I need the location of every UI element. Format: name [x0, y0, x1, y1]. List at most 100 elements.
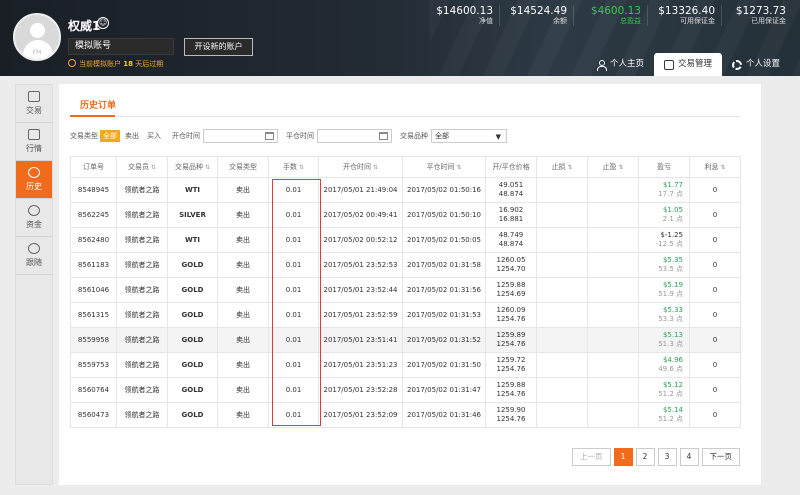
page-3-button[interactable]: 3 [657, 448, 677, 466]
filter-type-all[interactable]: 全部 [100, 130, 120, 142]
table-row[interactable]: 8561183 领航者之路 GOLD 卖出 0.01 2017/05/01 23:52:5… [70, 252, 741, 278]
cell-open-time: 2017/05/02 00:52:12 [318, 227, 403, 253]
pagination: 上一页 1 2 3 4 下一页 [569, 448, 740, 466]
table-row[interactable]: 8560473 领航者之路 GOLD 卖出 0.01 2017/05/01 23:52:0… [70, 402, 741, 428]
cell-symbol: GOLD [167, 277, 218, 303]
col-take-profit[interactable]: 止盈 ⇅ [587, 156, 639, 178]
tab-history-orders[interactable]: 历史订单 [80, 98, 116, 111]
col-stop-loss[interactable]: 止损 ⇅ [536, 156, 588, 178]
symbol-label: 交易品种 [400, 132, 428, 140]
sidebar-item-funds[interactable]: 资金 [16, 199, 52, 237]
cell-type: 卖出 [217, 302, 269, 328]
cell-stop-loss [536, 302, 588, 328]
table-header-row: 订单号 交易员 ⇅ 交易品种 ⇅ 交易类型 手数 ⇅ 开仓时间 ⇅ 平仓时间 ⇅… [70, 156, 741, 178]
page-2-button[interactable]: 2 [635, 448, 655, 466]
top-header: FM 权威1 ☺ 模拟账号 开设新的账户 当前模拟账户 18 天后过期 $146… [0, 0, 800, 76]
sort-icon: ⇅ [149, 164, 156, 171]
table-row[interactable]: 8562480 领航者之路 WTI 卖出 0.01 2017/05/02 00:52:12… [70, 227, 741, 253]
col-swap[interactable]: 利息 ⇅ [689, 156, 741, 178]
cell-order: 8560764 [70, 377, 117, 403]
table-row[interactable]: 8559753 领航者之路 GOLD 卖出 0.01 2017/05/01 23:51:2… [70, 352, 741, 378]
cell-close-time: 2017/05/02 01:31:53 [402, 302, 486, 328]
sort-icon: ⇅ [718, 164, 726, 171]
account-type-selector[interactable]: 模拟账号 [68, 38, 174, 55]
cell-stop-loss [536, 252, 588, 278]
cell-order: 8561046 [70, 277, 117, 303]
username: 权威1 [68, 19, 101, 33]
filter-bar: 交易类型 全部 卖出 买入 开仓时间 平仓时间 交易品种 全部 ▼ [70, 129, 507, 143]
sidebar-item-trade[interactable]: 交易 [16, 85, 52, 123]
col-pl: 盈亏 [638, 156, 690, 178]
page-1-button[interactable]: 1 [613, 448, 633, 466]
cell-swap: 0 [689, 377, 741, 403]
prev-page-button[interactable]: 上一页 [572, 448, 611, 466]
cell-price: 1260.05 1254.70 [485, 252, 537, 278]
cell-pl: $4.96 49.6 点 [638, 352, 690, 378]
lots-highlight-box [272, 179, 321, 426]
stat-free-margin: $13326.40 可用保证金 [648, 5, 722, 26]
cell-take-profit [587, 277, 639, 303]
col-lots[interactable]: 手数 ⇅ [268, 156, 319, 178]
calendar-icon[interactable] [379, 132, 388, 140]
cell-trader: 领航者之路 [116, 377, 168, 403]
cell-trader: 领航者之路 [116, 327, 168, 353]
sidebar-item-history[interactable]: 历史 [16, 161, 52, 199]
clock-icon [68, 59, 76, 67]
table-row[interactable]: 8560764 领航者之路 GOLD 卖出 0.01 2017/05/01 23:52:2… [70, 377, 741, 403]
cell-order: 8562245 [70, 202, 117, 228]
filter-type-buy[interactable]: 买入 [144, 130, 164, 142]
table-row[interactable]: 8562245 领航者之路 SILVER 卖出 0.01 2017/05/02 00:49… [70, 202, 741, 228]
calendar-icon[interactable] [265, 132, 274, 140]
cell-take-profit [587, 302, 639, 328]
close-time-label: 平仓时间 [286, 132, 314, 140]
cell-open-time: 2017/05/01 23:52:53 [318, 252, 403, 278]
user-profile-icon[interactable]: ☺ [97, 17, 109, 29]
cell-symbol: GOLD [167, 402, 218, 428]
open-time-input[interactable] [203, 129, 278, 143]
table-row[interactable]: 8548945 领航者之路 WTI 卖出 0.01 2017/05/01 21:49:04… [70, 177, 741, 203]
col-trader[interactable]: 交易员 ⇅ [116, 156, 168, 178]
filter-type-sell[interactable]: 卖出 [122, 130, 142, 142]
cell-type: 卖出 [217, 227, 269, 253]
cell-trader: 领航者之路 [116, 227, 168, 253]
cell-price: 49.051 48.874 [485, 177, 537, 203]
col-symbol[interactable]: 交易品种 ⇅ [167, 156, 218, 178]
cell-price: 1259.88 1254.69 [485, 277, 537, 303]
cell-pl: $5.12 51.2 点 [638, 377, 690, 403]
cell-pl: $-1.25 -12.5 点 [638, 227, 690, 253]
main-panel: 历史订单 交易类型 全部 卖出 买入 开仓时间 平仓时间 交易品种 全部 ▼ 订单… [59, 84, 761, 485]
cell-order: 8559753 [70, 352, 117, 378]
col-open-time[interactable]: 开仓时间 ⇅ [318, 156, 403, 178]
chart-line-icon [28, 129, 40, 140]
col-price: 开/平仓价格 [485, 156, 537, 178]
symbol-select[interactable]: 全部 ▼ [431, 129, 507, 143]
cell-pl: $5.14 51.2 点 [638, 402, 690, 428]
trade-icon [28, 91, 40, 102]
tab-personal-settings[interactable]: 个人设置 [722, 53, 790, 76]
cell-close-time: 2017/05/02 01:31:58 [402, 252, 486, 278]
table-row[interactable]: 8559958 领航者之路 GOLD 卖出 0.01 2017/05/01 23:51:4… [70, 327, 741, 353]
cell-price: 1259.90 1254.76 [485, 402, 537, 428]
tab-trade-management[interactable]: 交易管理 [653, 53, 722, 76]
stat-used-margin: $1273.73 已用保证金 [735, 5, 786, 25]
stat-equity: $14600.13 净值 [426, 5, 500, 26]
cell-take-profit [587, 377, 639, 403]
sidebar-item-follow[interactable]: 跟随 [16, 237, 52, 275]
open-new-account-button[interactable]: 开设新的账户 [184, 38, 253, 56]
cell-close-time: 2017/05/02 01:31:47 [402, 377, 486, 403]
tab-personal-home[interactable]: 个人主页 [586, 53, 654, 76]
cell-type: 卖出 [217, 377, 269, 403]
col-close-time[interactable]: 平仓时间 ⇅ [402, 156, 486, 178]
next-page-button[interactable]: 下一页 [701, 448, 740, 466]
avatar[interactable]: FM [13, 13, 61, 61]
page-4-button[interactable]: 4 [679, 448, 699, 466]
cell-price: 48.749 48.874 [485, 227, 537, 253]
cell-open-time: 2017/05/01 23:52:28 [318, 377, 403, 403]
table-row[interactable]: 8561046 领航者之路 GOLD 卖出 0.01 2017/05/01 23:52:4… [70, 277, 741, 303]
cell-close-time: 2017/05/02 01:31:50 [402, 352, 486, 378]
close-time-input[interactable] [317, 129, 392, 143]
cell-stop-loss [536, 177, 588, 203]
sidebar-item-quotes[interactable]: 行情 [16, 123, 52, 161]
chart-icon [663, 59, 674, 70]
table-row[interactable]: 8561315 领航者之路 GOLD 卖出 0.01 2017/05/01 23:52:5… [70, 302, 741, 328]
